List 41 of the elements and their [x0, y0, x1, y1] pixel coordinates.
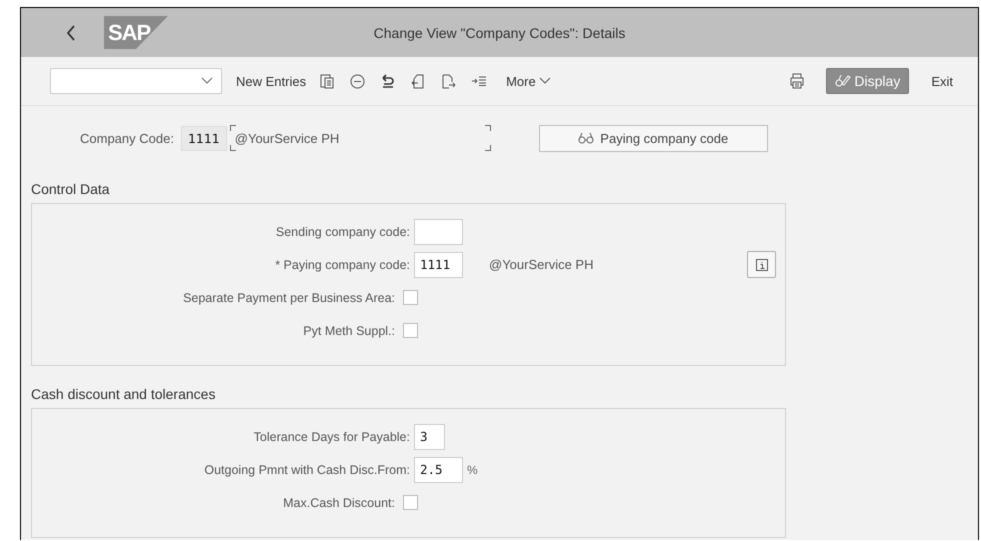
new-entries-button[interactable]: New Entries [236, 74, 306, 88]
sap-logo: SAP [104, 16, 168, 49]
field-label: Max.Cash Discount: [282, 496, 396, 510]
glasses-icon [578, 132, 594, 144]
input-field[interactable]: 3 [414, 424, 445, 450]
section-title: Control Data [31, 181, 111, 197]
input-field[interactable] [414, 218, 463, 244]
undo-icon[interactable] [381, 74, 396, 88]
previous-page-icon[interactable] [411, 74, 426, 88]
field-label: Pyt Meth Suppl.: [302, 324, 396, 338]
info-button[interactable] [747, 251, 776, 278]
company-name-field[interactable]: @YourService PH [230, 125, 491, 151]
back-icon[interactable] [65, 24, 77, 42]
chevron-down-icon [201, 77, 213, 85]
window-title: Change View "Company Codes": Details [374, 24, 626, 40]
indent-list-icon[interactable] [472, 76, 486, 86]
field-label: * Paying company code: [274, 258, 411, 272]
copy-icon[interactable] [320, 74, 334, 88]
input-field[interactable]: 1111 [414, 252, 463, 278]
field-label: Sending company code: [274, 224, 411, 238]
glasses-pencil-icon [835, 74, 852, 88]
field-label: Tolerance Days for Payable: [252, 430, 411, 444]
info-icon [756, 258, 768, 270]
checkbox[interactable] [403, 323, 418, 338]
exit-button[interactable]: Exit [931, 74, 953, 88]
field-label: Separate Payment per Business Area: [182, 290, 396, 304]
paying-company-code-button[interactable]: Paying company code [538, 124, 768, 152]
more-menu-button[interactable]: More [506, 74, 551, 88]
printer-icon[interactable] [790, 73, 804, 89]
section-title: Cash discount and tolerances [31, 386, 216, 402]
checkbox[interactable] [403, 495, 418, 510]
checkbox[interactable] [403, 290, 418, 305]
chevron-down-icon [538, 77, 551, 85]
field-label: Company Code: [80, 130, 174, 146]
company-code-field: 1111 [180, 126, 227, 150]
input-field[interactable]: 2.5 [414, 456, 463, 482]
minus-circle-icon[interactable] [350, 74, 366, 88]
description-text: @YourService PH [489, 257, 594, 272]
next-page-icon[interactable] [441, 74, 456, 88]
unit-label: % [467, 462, 478, 476]
field-label: Outgoing Pmnt with Cash Disc.From: [203, 462, 411, 476]
